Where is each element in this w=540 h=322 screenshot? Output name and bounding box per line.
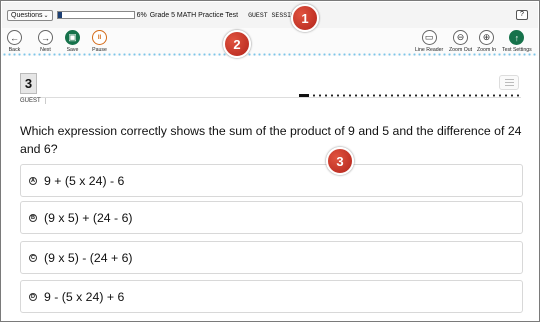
save-icon: ▣: [65, 30, 80, 45]
option-a-letter: A: [29, 176, 37, 185]
option-d-letter: D: [29, 292, 37, 301]
option-b-letter: B: [29, 213, 37, 222]
option-d[interactable]: D 9 - (5 x 24) + 6: [20, 280, 523, 313]
question-text: Which expression correctly shows the sum…: [20, 124, 522, 156]
question-number: 3: [20, 73, 37, 94]
option-c-letter: C: [29, 253, 37, 262]
callout-3: 3: [326, 147, 354, 175]
toolbar: ← Back → Next ▣ Save II Pause ▭ Line Rea…: [2, 28, 538, 56]
option-c[interactable]: C (9 x 5) - (24 + 6): [20, 241, 523, 274]
question-navigation-strip[interactable]: [299, 94, 523, 97]
zoom-out-button[interactable]: ⊖ Zoom Out: [449, 30, 472, 53]
pause-button[interactable]: II Pause: [92, 30, 107, 53]
help-button[interactable]: ?: [516, 10, 528, 20]
current-question-marker: [299, 94, 309, 97]
arrow-left-icon: ←: [7, 30, 22, 45]
callout-1: 1: [291, 4, 319, 32]
top-bar: Questions ⌄ 6% Grade 5 MATH Practice Tes…: [2, 2, 538, 28]
callout-2: 2: [223, 30, 251, 58]
user-tab: GUEST: [20, 98, 46, 104]
question-header-divider: [20, 97, 521, 98]
chevron-down-icon: ⌄: [43, 12, 49, 19]
next-button[interactable]: → Next: [38, 30, 53, 53]
option-c-text: (9 x 5) - (24 + 6): [44, 250, 133, 265]
option-d-text: 9 - (5 x 24) + 6: [44, 289, 125, 304]
progress-fill: [57, 12, 63, 18]
back-button[interactable]: ← Back: [7, 30, 22, 53]
zoom-out-icon: ⊖: [453, 30, 469, 45]
line-reader-icon: ▭: [421, 30, 437, 45]
option-a-text: 9 + (5 x 24) - 6: [44, 173, 125, 188]
context-menu-icon[interactable]: [499, 75, 519, 90]
settings-icon: ↑: [509, 30, 525, 45]
test-settings-button[interactable]: ↑ Test Settings: [502, 30, 532, 53]
save-button[interactable]: ▣ Save: [65, 30, 80, 53]
progress-dots-divider: [2, 53, 538, 56]
zoom-in-button[interactable]: ⊕ Zoom In: [477, 30, 496, 53]
option-b-text: (9 x 5) + (24 - 6): [44, 210, 133, 225]
test-name: Grade 5 MATH Practice Test: [149, 11, 239, 19]
progress-bar: [56, 11, 135, 19]
option-a[interactable]: A 9 + (5 x 24) - 6: [20, 164, 523, 197]
app-frame: Questions ⌄ 6% Grade 5 MATH Practice Tes…: [0, 0, 540, 322]
questions-dropdown[interactable]: Questions ⌄: [7, 9, 53, 21]
progress-percent: 6%: [136, 11, 147, 19]
arrow-right-icon: →: [38, 30, 53, 45]
pause-icon: II: [92, 30, 107, 45]
option-b[interactable]: B (9 x 5) + (24 - 6): [20, 201, 523, 234]
line-reader-button[interactable]: ▭ Line Reader: [415, 30, 443, 53]
questions-label: Questions: [11, 11, 43, 19]
zoom-in-icon: ⊕: [479, 30, 495, 45]
